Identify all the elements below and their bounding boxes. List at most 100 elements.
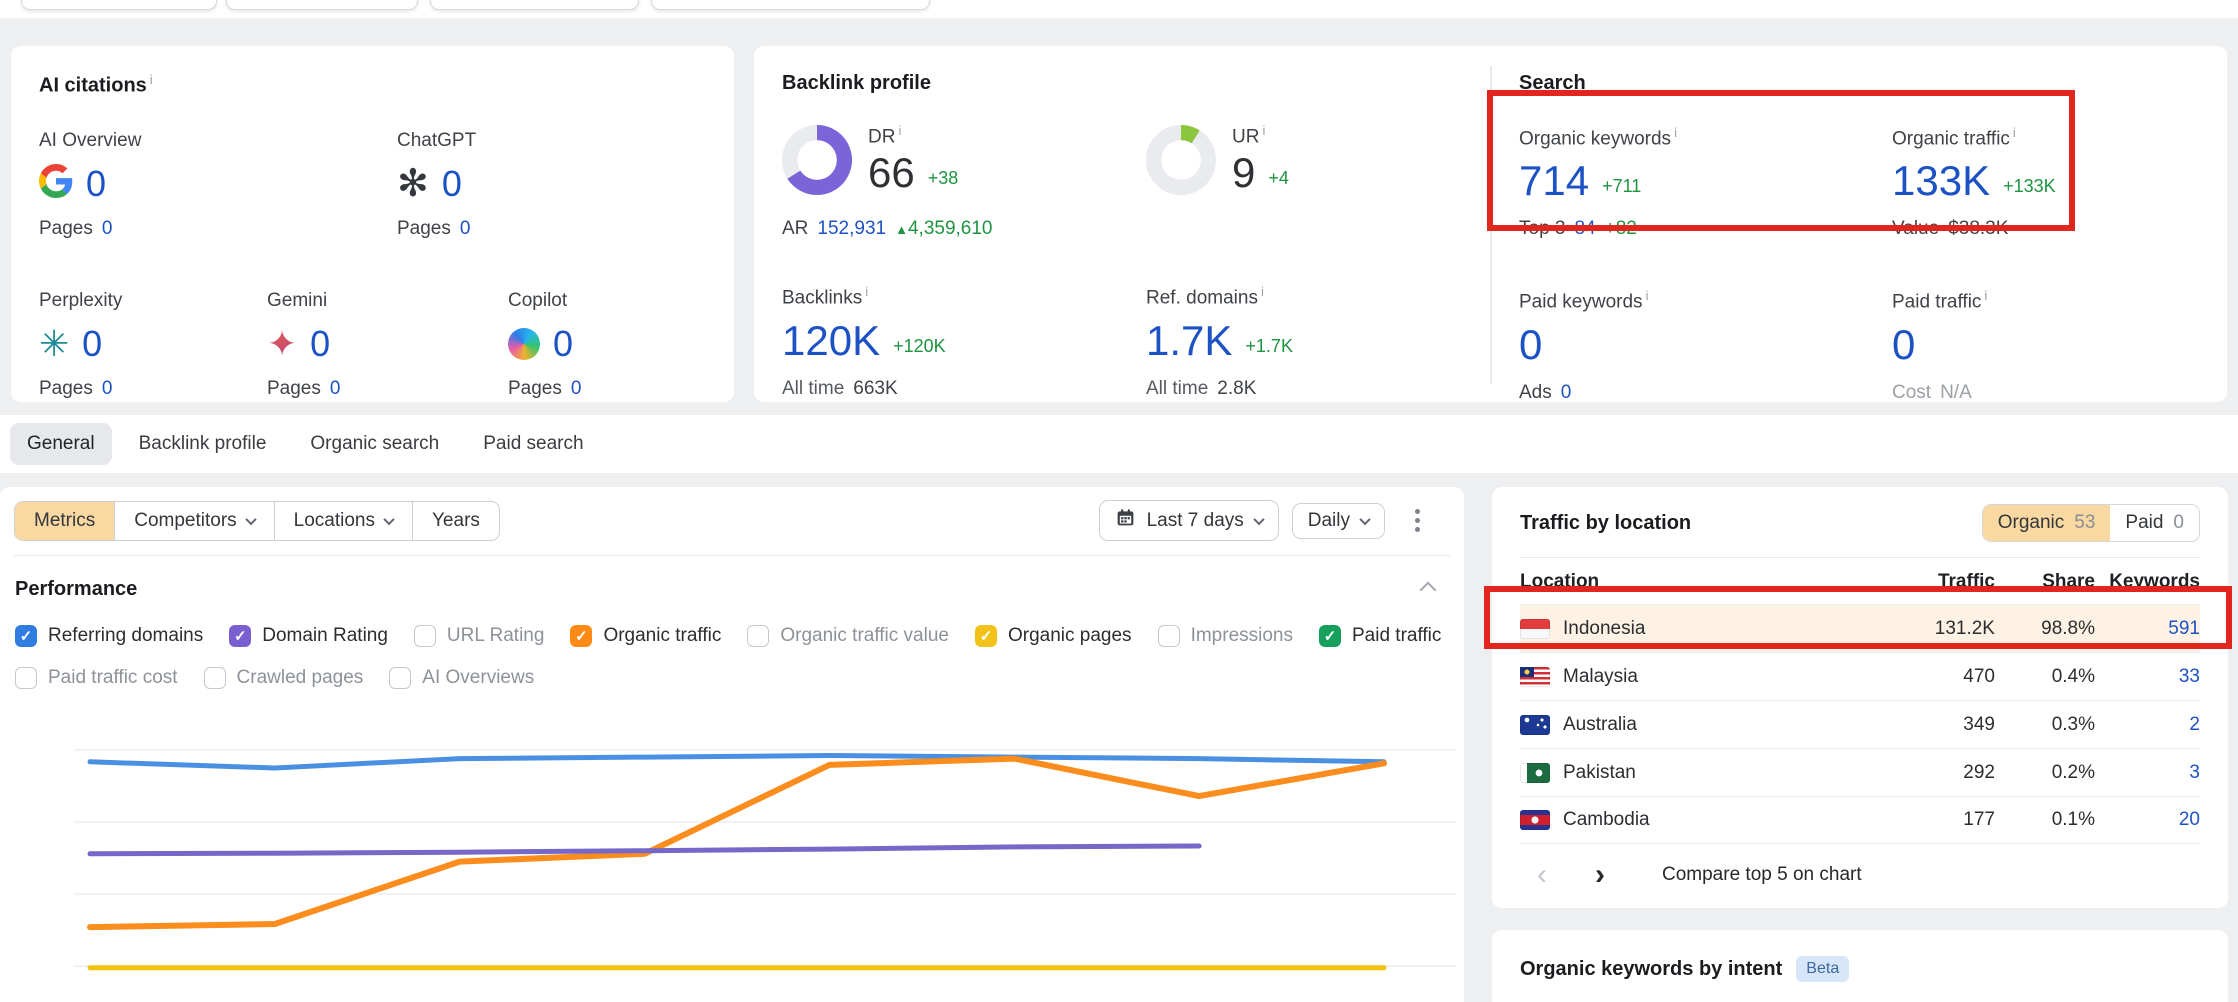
segment-locations[interactable]: Locations xyxy=(274,502,412,540)
tab-organic-search[interactable]: Organic search xyxy=(293,423,456,465)
organic-traffic-value[interactable]: 133K xyxy=(1892,158,1990,204)
table-row[interactable]: Cambodia 177 0.1% 20 xyxy=(1520,796,2200,844)
backlink-search-card: Backlink profile DRi 66 +38 URi 9 xyxy=(754,46,2227,402)
keywords-link[interactable]: 3 xyxy=(2189,762,2200,783)
pages-link[interactable]: 0 xyxy=(102,378,113,400)
checkbox-paid-traffic[interactable]: Paid traffic xyxy=(1319,625,1441,647)
checkbox-paid-traffic-cost[interactable]: Paid traffic cost xyxy=(15,667,178,689)
tab-paid-search[interactable]: Paid search xyxy=(466,423,600,465)
domain-input-partial[interactable] xyxy=(21,0,217,10)
toggle-organic[interactable]: Organic53 xyxy=(1983,505,2111,541)
more-options-button[interactable] xyxy=(1398,503,1436,539)
ai-item-ai-overview: AI Overview 0 Pages0 xyxy=(39,130,397,240)
checkbox-crawled-pages[interactable]: Crawled pages xyxy=(204,667,364,689)
backlinks-value[interactable]: 120K xyxy=(782,318,880,364)
chevron-down-icon xyxy=(245,513,256,524)
checkbox-ai-overviews[interactable]: AI Overviews xyxy=(389,667,534,689)
flag-malaysia-icon xyxy=(1520,667,1550,687)
ur-value: 9 xyxy=(1232,150,1255,196)
flag-cambodia-icon xyxy=(1520,810,1550,830)
chevron-right-icon: › xyxy=(1595,858,1605,892)
info-icon: i xyxy=(1262,123,1265,138)
checkbox-organic-pages[interactable]: Organic pages xyxy=(975,625,1132,647)
triangle-up-icon: ▲ xyxy=(895,222,908,237)
ref-domains-value[interactable]: 1.7K xyxy=(1146,318,1232,364)
top3-link[interactable]: 84 xyxy=(1574,218,1595,240)
domain-input-partial[interactable] xyxy=(430,0,639,10)
pages-link[interactable]: 0 xyxy=(460,218,471,240)
date-range-button[interactable]: Last 7 days xyxy=(1099,500,1279,541)
keywords-link[interactable]: 20 xyxy=(2179,809,2200,830)
checkbox-referring-domains[interactable]: Referring domains xyxy=(15,625,203,647)
traffic-value-amount: $38.3K xyxy=(1948,218,2008,240)
ai-item-gemini: Gemini ✦ 0 Pages0 xyxy=(267,290,508,400)
ref-domains-delta: +1.7K xyxy=(1245,336,1293,357)
pages-link[interactable]: 0 xyxy=(102,218,113,240)
info-icon: i xyxy=(865,284,868,299)
perplexity-icon: ✳ xyxy=(39,326,69,362)
table-row[interactable]: Malaysia 470 0.4% 33 xyxy=(1520,652,2200,700)
ref-domains-alltime: 2.8K xyxy=(1217,378,1256,400)
segment-competitors[interactable]: Competitors xyxy=(114,502,273,540)
top-inputs-strip xyxy=(0,0,2238,18)
compare-top5-link[interactable]: Compare top 5 on chart xyxy=(1662,864,1862,886)
paid-traffic-value[interactable]: 0 xyxy=(1892,322,1915,368)
dr-value: 66 xyxy=(868,150,915,196)
ar-value-link[interactable]: 152,931 xyxy=(817,218,886,240)
collapse-section-button[interactable] xyxy=(1420,581,1437,598)
paid-keywords-block: Paid keywordsi 0 Ads0 xyxy=(1519,288,1892,403)
chatgpt-icon: ✻ xyxy=(397,166,429,202)
tab-backlink-profile[interactable]: Backlink profile xyxy=(122,423,284,465)
gemini-icon: ✦ xyxy=(267,326,297,362)
info-icon: i xyxy=(150,72,153,87)
next-page-button[interactable]: › xyxy=(1578,853,1622,897)
performance-chart[interactable] xyxy=(60,690,1460,1002)
domain-input-partial[interactable] xyxy=(226,0,418,10)
toggle-paid[interactable]: Paid0 xyxy=(2110,505,2199,541)
table-row[interactable]: Pakistan 292 0.2% 3 xyxy=(1520,748,2200,796)
flag-indonesia-icon xyxy=(1520,619,1550,639)
prev-page-button[interactable]: ‹ xyxy=(1520,853,1564,897)
checkbox-organic-traffic-value[interactable]: Organic traffic value xyxy=(747,625,949,647)
chatgpt-count: 0 xyxy=(442,164,462,204)
granularity-button[interactable]: Daily xyxy=(1292,503,1385,539)
keywords-link[interactable]: 33 xyxy=(2179,666,2200,687)
keywords-by-intent-title: Organic keywords by intent xyxy=(1520,958,1782,981)
organic-keywords-value[interactable]: 714 xyxy=(1519,158,1589,204)
domain-input-partial[interactable] xyxy=(651,0,930,10)
perplexity-count: 0 xyxy=(82,324,102,364)
ai-overview-count: 0 xyxy=(86,164,106,204)
copilot-count: 0 xyxy=(553,324,573,364)
paid-traffic-block: Paid traffici 0 CostN/A xyxy=(1892,288,1987,403)
info-icon: i xyxy=(1261,284,1264,299)
checkbox-url-rating[interactable]: URL Rating xyxy=(414,625,545,647)
keywords-link[interactable]: 591 xyxy=(2168,618,2200,639)
organic-traffic-delta: +133K xyxy=(2003,176,2056,197)
pages-link[interactable]: 0 xyxy=(330,378,341,400)
top3-delta: +82 xyxy=(1605,218,1637,240)
authority-rank-row: AR 152,931 ▲4,359,610 xyxy=(782,218,1462,240)
checkbox-organic-traffic[interactable]: Organic traffic xyxy=(570,625,721,647)
info-icon: i xyxy=(2013,125,2016,140)
tab-general[interactable]: General xyxy=(10,423,112,465)
checkbox-domain-rating[interactable]: Domain Rating xyxy=(229,625,388,647)
segment-years[interactable]: Years xyxy=(412,502,499,540)
segment-metrics[interactable]: Metrics xyxy=(15,502,114,540)
backlinks-alltime: 663K xyxy=(853,378,897,400)
table-row[interactable]: Indonesia 131.2K 98.8% 591 xyxy=(1520,604,2200,652)
organic-keywords-delta: +711 xyxy=(1602,176,1641,197)
url-rating-block: URi 9 +4 xyxy=(1146,123,1289,196)
ai-citations-title: AI citationsi xyxy=(39,72,706,98)
info-icon: i xyxy=(898,123,901,138)
table-row[interactable]: Australia 349 0.3% 2 xyxy=(1520,700,2200,748)
copilot-icon xyxy=(508,328,540,360)
keywords-link[interactable]: 2 xyxy=(2189,714,2200,735)
ur-delta: +4 xyxy=(1268,168,1289,189)
checkbox-impressions[interactable]: Impressions xyxy=(1158,625,1293,647)
ur-donut xyxy=(1146,125,1216,195)
performance-card: Metrics Competitors Locations Years Last… xyxy=(0,487,1464,1002)
pages-link[interactable]: 0 xyxy=(571,378,582,400)
paid-keywords-value[interactable]: 0 xyxy=(1519,322,1542,368)
backlink-profile-section: Backlink profile DRi 66 +38 URi 9 xyxy=(754,46,1490,402)
ads-link[interactable]: 0 xyxy=(1561,382,1572,404)
